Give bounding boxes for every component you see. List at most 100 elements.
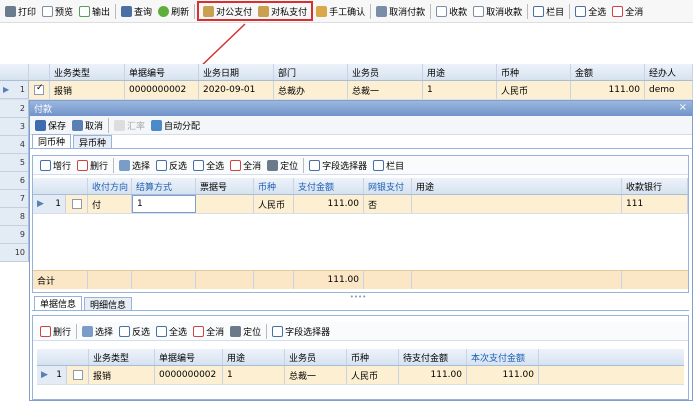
- col-current-amount[interactable]: 本次支付金额: [467, 349, 539, 365]
- col-business-type[interactable]: 业务类型: [89, 349, 155, 365]
- col-bank[interactable]: 收款银行: [622, 178, 688, 194]
- col-direction[interactable]: 收付方向: [88, 178, 132, 194]
- payment-icon: [258, 5, 270, 17]
- dialog-toolbar: 保存 取消 汇率 自动分配: [30, 116, 692, 135]
- col-pending-amount[interactable]: 待支付金额: [399, 349, 467, 365]
- col-currency[interactable]: 币种: [497, 64, 571, 80]
- settlement-input[interactable]: 1: [132, 195, 196, 213]
- columns-button[interactable]: 栏目: [530, 2, 567, 20]
- col-business-type[interactable]: 业务类型: [50, 64, 125, 80]
- invert-button[interactable]: 反选: [153, 156, 190, 174]
- tab-detail-info[interactable]: 明细信息: [84, 297, 133, 311]
- cell-bank[interactable]: 111: [622, 195, 688, 213]
- row-number-column: 2 3 4 5 6 7 8 9 10: [0, 100, 29, 262]
- payment-dialog: 付款 × 保存 取消 汇率 自动分配 同币种 异币种 增行 删行 选择 反选 全…: [29, 100, 693, 401]
- tab-doc-info[interactable]: 单据信息: [34, 296, 83, 310]
- col-handler[interactable]: 经办人: [645, 64, 693, 80]
- exchange-rate-button[interactable]: 汇率: [111, 116, 148, 134]
- detail-tabs: 单据信息 明细信息: [32, 296, 689, 311]
- add-row-button[interactable]: 增行: [37, 156, 74, 174]
- refresh-button[interactable]: 刷新: [155, 2, 192, 20]
- toolbar-divider: [266, 323, 268, 339]
- delete-row-button[interactable]: 删行: [74, 156, 111, 174]
- save-button[interactable]: 保存: [32, 116, 69, 134]
- dialog-title: 付款: [34, 105, 53, 115]
- toolbar-divider: [370, 3, 372, 19]
- col-staff[interactable]: 业务员: [348, 64, 423, 80]
- col-online-pay[interactable]: 网银支付: [364, 178, 412, 194]
- receive-button[interactable]: 收款: [433, 2, 470, 20]
- select-all-button[interactable]: 全选: [572, 2, 609, 20]
- cell-current-amount[interactable]: 111.00: [467, 366, 539, 384]
- public-pay-button[interactable]: 对公支付: [200, 2, 255, 20]
- select-button[interactable]: 选择: [79, 322, 116, 340]
- select-icon: [119, 159, 131, 171]
- clear-all-button[interactable]: 全消: [190, 322, 227, 340]
- cell-code: 0000000002: [155, 366, 223, 384]
- tab-same-currency[interactable]: 同币种: [32, 134, 72, 148]
- clear-all-icon: [612, 5, 624, 17]
- table-row[interactable]: ▶ 1 报销 0000000002 1 总裁一 人民币 111.00 111.00: [37, 366, 684, 385]
- export-button[interactable]: 输出: [76, 2, 113, 20]
- cell-bill-no[interactable]: [196, 195, 254, 213]
- cell-pay-amount[interactable]: 111.00: [294, 195, 364, 213]
- table-row[interactable]: ▶ 1 付 1 人民币 111.00 否 111: [33, 195, 688, 214]
- private-pay-button[interactable]: 对私支付: [255, 2, 310, 20]
- cell-direction[interactable]: 付: [88, 195, 132, 213]
- col-currency[interactable]: 币种: [347, 349, 399, 365]
- print-button[interactable]: 打印: [2, 2, 39, 20]
- table-row[interactable]: ▶ 1 ✓ 报销 0000000002 2020-09-01 总裁办 总裁一 1 …: [0, 81, 693, 100]
- col-settlement[interactable]: 结算方式: [132, 178, 196, 194]
- cancel-button[interactable]: 取消: [69, 116, 106, 134]
- col-staff[interactable]: 业务员: [285, 349, 347, 365]
- preview-icon: [42, 5, 54, 17]
- col-use[interactable]: 用途: [223, 349, 285, 365]
- auto-assign-button[interactable]: 自动分配: [148, 116, 203, 134]
- cell-use[interactable]: [412, 195, 622, 213]
- cell-currency[interactable]: 人民币: [254, 195, 294, 213]
- locate-button[interactable]: 定位: [227, 322, 264, 340]
- field-selector-button[interactable]: 字段选择器: [269, 322, 333, 340]
- confirm-icon: [316, 5, 328, 17]
- field-selector-button[interactable]: 字段选择器: [306, 156, 370, 174]
- cell-online-pay[interactable]: 否: [364, 195, 412, 213]
- tab-foreign-currency[interactable]: 异币种: [73, 135, 113, 149]
- document-panel: 删行 选择 反选 全选 全消 定位 字段选择器 业务类型 单据编号 用途 业务员…: [32, 315, 689, 400]
- close-icon[interactable]: ×: [679, 102, 687, 113]
- clear-all-button[interactable]: 全消: [227, 156, 264, 174]
- col-doc-code[interactable]: 单据编号: [125, 64, 199, 80]
- row-checkbox[interactable]: [72, 370, 83, 380]
- dialog-titlebar[interactable]: 付款 ×: [30, 101, 692, 116]
- row-checkbox[interactable]: [71, 199, 82, 209]
- col-pay-amount[interactable]: 支付金额: [294, 178, 364, 194]
- select-all-button[interactable]: 全选: [190, 156, 227, 174]
- preview-button[interactable]: 预览: [39, 2, 76, 20]
- row-pointer-icon: ▶: [41, 370, 48, 380]
- invert-button[interactable]: 反选: [116, 322, 153, 340]
- col-amount[interactable]: 金额: [571, 64, 645, 80]
- clear-all-button[interactable]: 全消: [609, 2, 646, 20]
- cancel-receive-icon: [473, 5, 485, 17]
- col-use[interactable]: 用途: [412, 178, 622, 194]
- columns-button[interactable]: 栏目: [370, 156, 407, 174]
- cancel-receive-button[interactable]: 取消收款: [470, 2, 525, 20]
- query-button[interactable]: 查询: [118, 2, 155, 20]
- save-icon: [35, 119, 46, 131]
- select-all-button[interactable]: 全选: [153, 322, 190, 340]
- invert-icon: [119, 325, 131, 337]
- payment-panel: 增行 删行 选择 反选 全选 全消 定位 字段选择器 栏目 收付方向 结算方式 …: [32, 155, 689, 293]
- col-date[interactable]: 业务日期: [199, 64, 274, 80]
- delete-row-button[interactable]: 删行: [37, 322, 74, 340]
- select-all-icon: [193, 159, 205, 171]
- locate-button[interactable]: 定位: [264, 156, 301, 174]
- col-dept[interactable]: 部门: [274, 64, 348, 80]
- col-use[interactable]: 用途: [423, 64, 497, 80]
- cancel-pay-button[interactable]: 取消付款: [373, 2, 428, 20]
- col-currency[interactable]: 币种: [254, 178, 294, 194]
- col-bill-no[interactable]: 票据号: [196, 178, 254, 194]
- select-button[interactable]: 选择: [116, 156, 153, 174]
- manual-confirm-button[interactable]: 手工确认: [313, 2, 368, 20]
- row-checkbox[interactable]: ✓: [34, 83, 44, 95]
- col-doc-code[interactable]: 单据编号: [155, 349, 223, 365]
- columns-icon: [373, 159, 385, 171]
